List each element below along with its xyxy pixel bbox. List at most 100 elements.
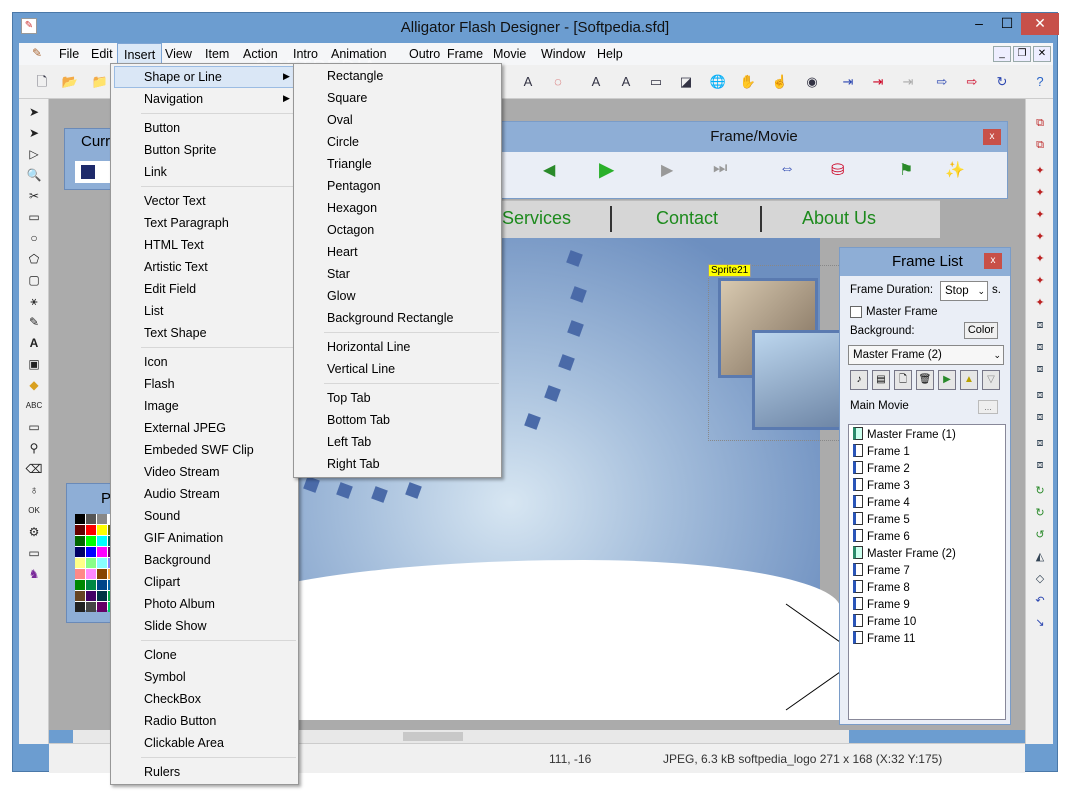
close-button[interactable]: ✕ — [1021, 13, 1059, 35]
effect-1-icon[interactable]: ✦ — [1032, 163, 1048, 179]
insert-menu-item-clipart[interactable]: Clipart — [144, 571, 180, 593]
insert-menu-item-icon[interactable]: Icon — [144, 351, 168, 373]
frame-list-item[interactable]: Frame 1 — [853, 444, 910, 461]
menu-view[interactable]: View — [159, 43, 198, 65]
menu-movie[interactable]: Movie — [487, 43, 532, 65]
rectangle-tool-icon[interactable]: ▭ — [25, 208, 43, 226]
insert-menu-item-video-stream[interactable]: Video Stream — [144, 461, 220, 483]
frame-list-close[interactable]: x — [984, 253, 1002, 269]
duration-select[interactable]: Stop ⌄ — [940, 281, 988, 301]
color-palette[interactable] — [75, 514, 118, 612]
mdi-minimize-button[interactable]: _ — [993, 46, 1011, 62]
flag-icon[interactable]: ⚑ — [899, 160, 913, 180]
image-icon[interactable]: ◪ — [677, 73, 695, 91]
effect-3-icon[interactable]: ✦ — [1032, 207, 1048, 223]
prev-frame-icon[interactable]: ◀ — [543, 160, 555, 180]
globe-icon[interactable]: 🌐 — [709, 73, 727, 91]
frame-list-item[interactable]: Frame 5 — [853, 512, 910, 529]
frame-list-item[interactable]: Frame 11 — [853, 631, 915, 648]
export-icon[interactable]: ⇥ — [869, 73, 887, 91]
shape-menu-item-oval[interactable]: Oval — [327, 109, 353, 131]
insert-menu-item-list[interactable]: List — [144, 300, 163, 322]
frame-list-item[interactable]: Frame 4 — [853, 495, 910, 512]
effect-10-icon[interactable]: ⧈ — [1032, 361, 1048, 377]
fill-color-swatch[interactable] — [81, 165, 95, 179]
insert-menu-item-sound[interactable]: Sound — [144, 505, 180, 527]
insert-menu-item-shape-or-line[interactable]: Shape or Line — [144, 66, 222, 88]
move-up-icon[interactable]: ▲ — [960, 370, 978, 390]
effect-11-icon[interactable]: ⧈ — [1032, 387, 1048, 403]
menu-outro[interactable]: Outro — [403, 43, 446, 65]
palette-swatch[interactable] — [86, 547, 96, 557]
insert-menu-item-clone[interactable]: Clone — [144, 644, 177, 666]
open-icon[interactable]: 📁 — [91, 73, 109, 91]
insert-menu-item-button-sprite[interactable]: Button Sprite — [144, 139, 216, 161]
palette-swatch[interactable] — [86, 569, 96, 579]
palette-swatch[interactable] — [75, 536, 85, 546]
insert-menu-item-artistic-text[interactable]: Artistic Text — [144, 256, 208, 278]
shape-menu-item-pentagon[interactable]: Pentagon — [327, 175, 381, 197]
palette-swatch[interactable] — [97, 580, 107, 590]
menu-insert[interactable]: Insert — [117, 43, 163, 65]
play-frame-icon[interactable]: ▶ — [938, 370, 956, 390]
shape-menu-item-octagon[interactable]: Octagon — [327, 219, 374, 241]
eraser-icon[interactable]: ⌫ — [25, 460, 43, 478]
shape-menu-item-left-tab[interactable]: Left Tab — [327, 431, 371, 453]
magic-wand-icon[interactable]: ⚹ — [25, 292, 43, 310]
frame-list-item[interactable]: Master Frame (1) — [853, 427, 956, 444]
master-frame-select[interactable]: Master Frame (2) ⌄ — [848, 345, 1004, 365]
motion-5-icon[interactable]: ◇ — [1032, 571, 1048, 587]
nav-contact[interactable]: Contact — [656, 208, 718, 229]
palette-swatch[interactable] — [97, 547, 107, 557]
align-2-icon[interactable]: ⧉ — [1032, 137, 1048, 153]
select-arrow-icon[interactable]: ➤ — [25, 103, 43, 121]
rectangle-icon[interactable]: ▭ — [647, 73, 665, 91]
resize-icon[interactable]: ⇔ — [779, 160, 795, 178]
arrow-icon[interactable]: ➤ — [25, 124, 43, 142]
frame-movie-close[interactable]: x — [983, 129, 1001, 145]
polygon-tool-icon[interactable]: ⬠ — [25, 250, 43, 268]
edit-field-icon[interactable]: ▭ — [25, 418, 43, 436]
motion-3-icon[interactable]: ↺ — [1032, 527, 1048, 543]
nav-about[interactable]: About Us — [802, 208, 876, 229]
menu-frame[interactable]: Frame — [441, 43, 489, 65]
minimize-button[interactable]: – — [965, 13, 993, 35]
text-tool-icon[interactable]: A — [25, 334, 43, 352]
hand-icon[interactable]: ✋ — [739, 73, 757, 91]
palette-swatch[interactable] — [86, 602, 96, 612]
frames-list[interactable]: Master Frame (1) Frame 1 Frame 2 Frame 3 Fra… — [848, 424, 1006, 720]
menu-window[interactable]: Window — [535, 43, 591, 65]
frame-list-item[interactable]: Master Frame (2) — [853, 546, 956, 563]
effect-9-icon[interactable]: ⧈ — [1032, 339, 1048, 355]
palette-swatch[interactable] — [75, 580, 85, 590]
palette-swatch[interactable] — [75, 514, 85, 524]
ellipse-tool-icon[interactable]: ○ — [25, 229, 43, 247]
shape-menu-item-background-rectangle[interactable]: Background Rectangle — [327, 307, 453, 329]
fill-icon[interactable]: ♁ — [25, 481, 43, 499]
palette-swatch[interactable] — [75, 558, 85, 568]
palette-swatch[interactable] — [86, 580, 96, 590]
sound-icon[interactable]: ◉ — [803, 73, 821, 91]
shape-menu-item-rectangle[interactable]: Rectangle — [327, 65, 383, 87]
insert-menu-item-text-paragraph[interactable]: Text Paragraph — [144, 212, 229, 234]
effect-4-icon[interactable]: ✦ — [1032, 229, 1048, 245]
wizard-icon[interactable]: ✨ — [945, 160, 965, 180]
insert-menu-item-image[interactable]: Image — [144, 395, 179, 417]
open-folder-icon[interactable]: 📂 — [61, 73, 79, 91]
text-box-icon[interactable]: ▣ — [25, 355, 43, 373]
sound-frame-icon[interactable]: ♪ — [850, 370, 868, 390]
shape-menu-item-top-tab[interactable]: Top Tab — [327, 387, 371, 409]
insert-menu-item-radio-button[interactable]: Radio Button — [144, 710, 216, 732]
sprite-icon[interactable]: ⚙ — [25, 523, 43, 541]
rounded-rect-icon[interactable]: ▢ — [25, 271, 43, 289]
frame-icon[interactable]: ▭ — [25, 544, 43, 562]
insert-menu-item-flash[interactable]: Flash — [144, 373, 175, 395]
help-icon[interactable]: ? — [1031, 73, 1049, 91]
palette-swatch[interactable] — [86, 536, 96, 546]
import-icon[interactable]: ⇥ — [839, 73, 857, 91]
insert-menu-item-button[interactable]: Button — [144, 117, 180, 139]
new-frame-icon[interactable]: 🗋 — [894, 370, 912, 390]
palette-swatch[interactable] — [75, 602, 85, 612]
move-down-icon[interactable]: ▽ — [982, 370, 1000, 390]
scissors-icon[interactable]: ✂ — [25, 187, 43, 205]
